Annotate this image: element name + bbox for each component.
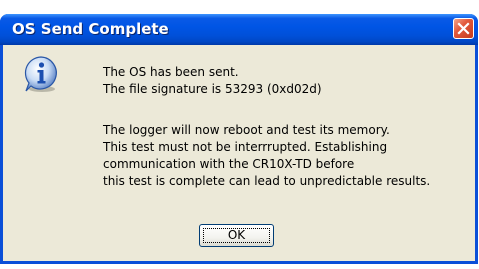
ok-button-label: OK <box>227 228 246 242</box>
message-line-2: The file signature is 53293 (0xd02d) <box>103 82 322 96</box>
message-line-7: this test is complete can lead to unpred… <box>103 174 431 188</box>
message-line-5: This test must not be interrrupted. Esta… <box>103 140 388 154</box>
message-line-6: communication with the CR10X-TD before <box>103 157 355 171</box>
message-line-1: The OS has been sent. <box>103 65 239 79</box>
message-line-4: The logger will now reboot and test its … <box>103 123 390 137</box>
dialog-window: OS Send Complete The OS has been sent. T… <box>0 0 479 269</box>
close-button[interactable] <box>453 18 474 39</box>
ok-button[interactable]: OK <box>199 224 274 247</box>
dialog-title: OS Send Complete <box>12 20 169 38</box>
close-icon <box>457 22 470 35</box>
title-bar[interactable]: OS Send Complete <box>0 14 478 45</box>
info-icon <box>24 56 57 92</box>
